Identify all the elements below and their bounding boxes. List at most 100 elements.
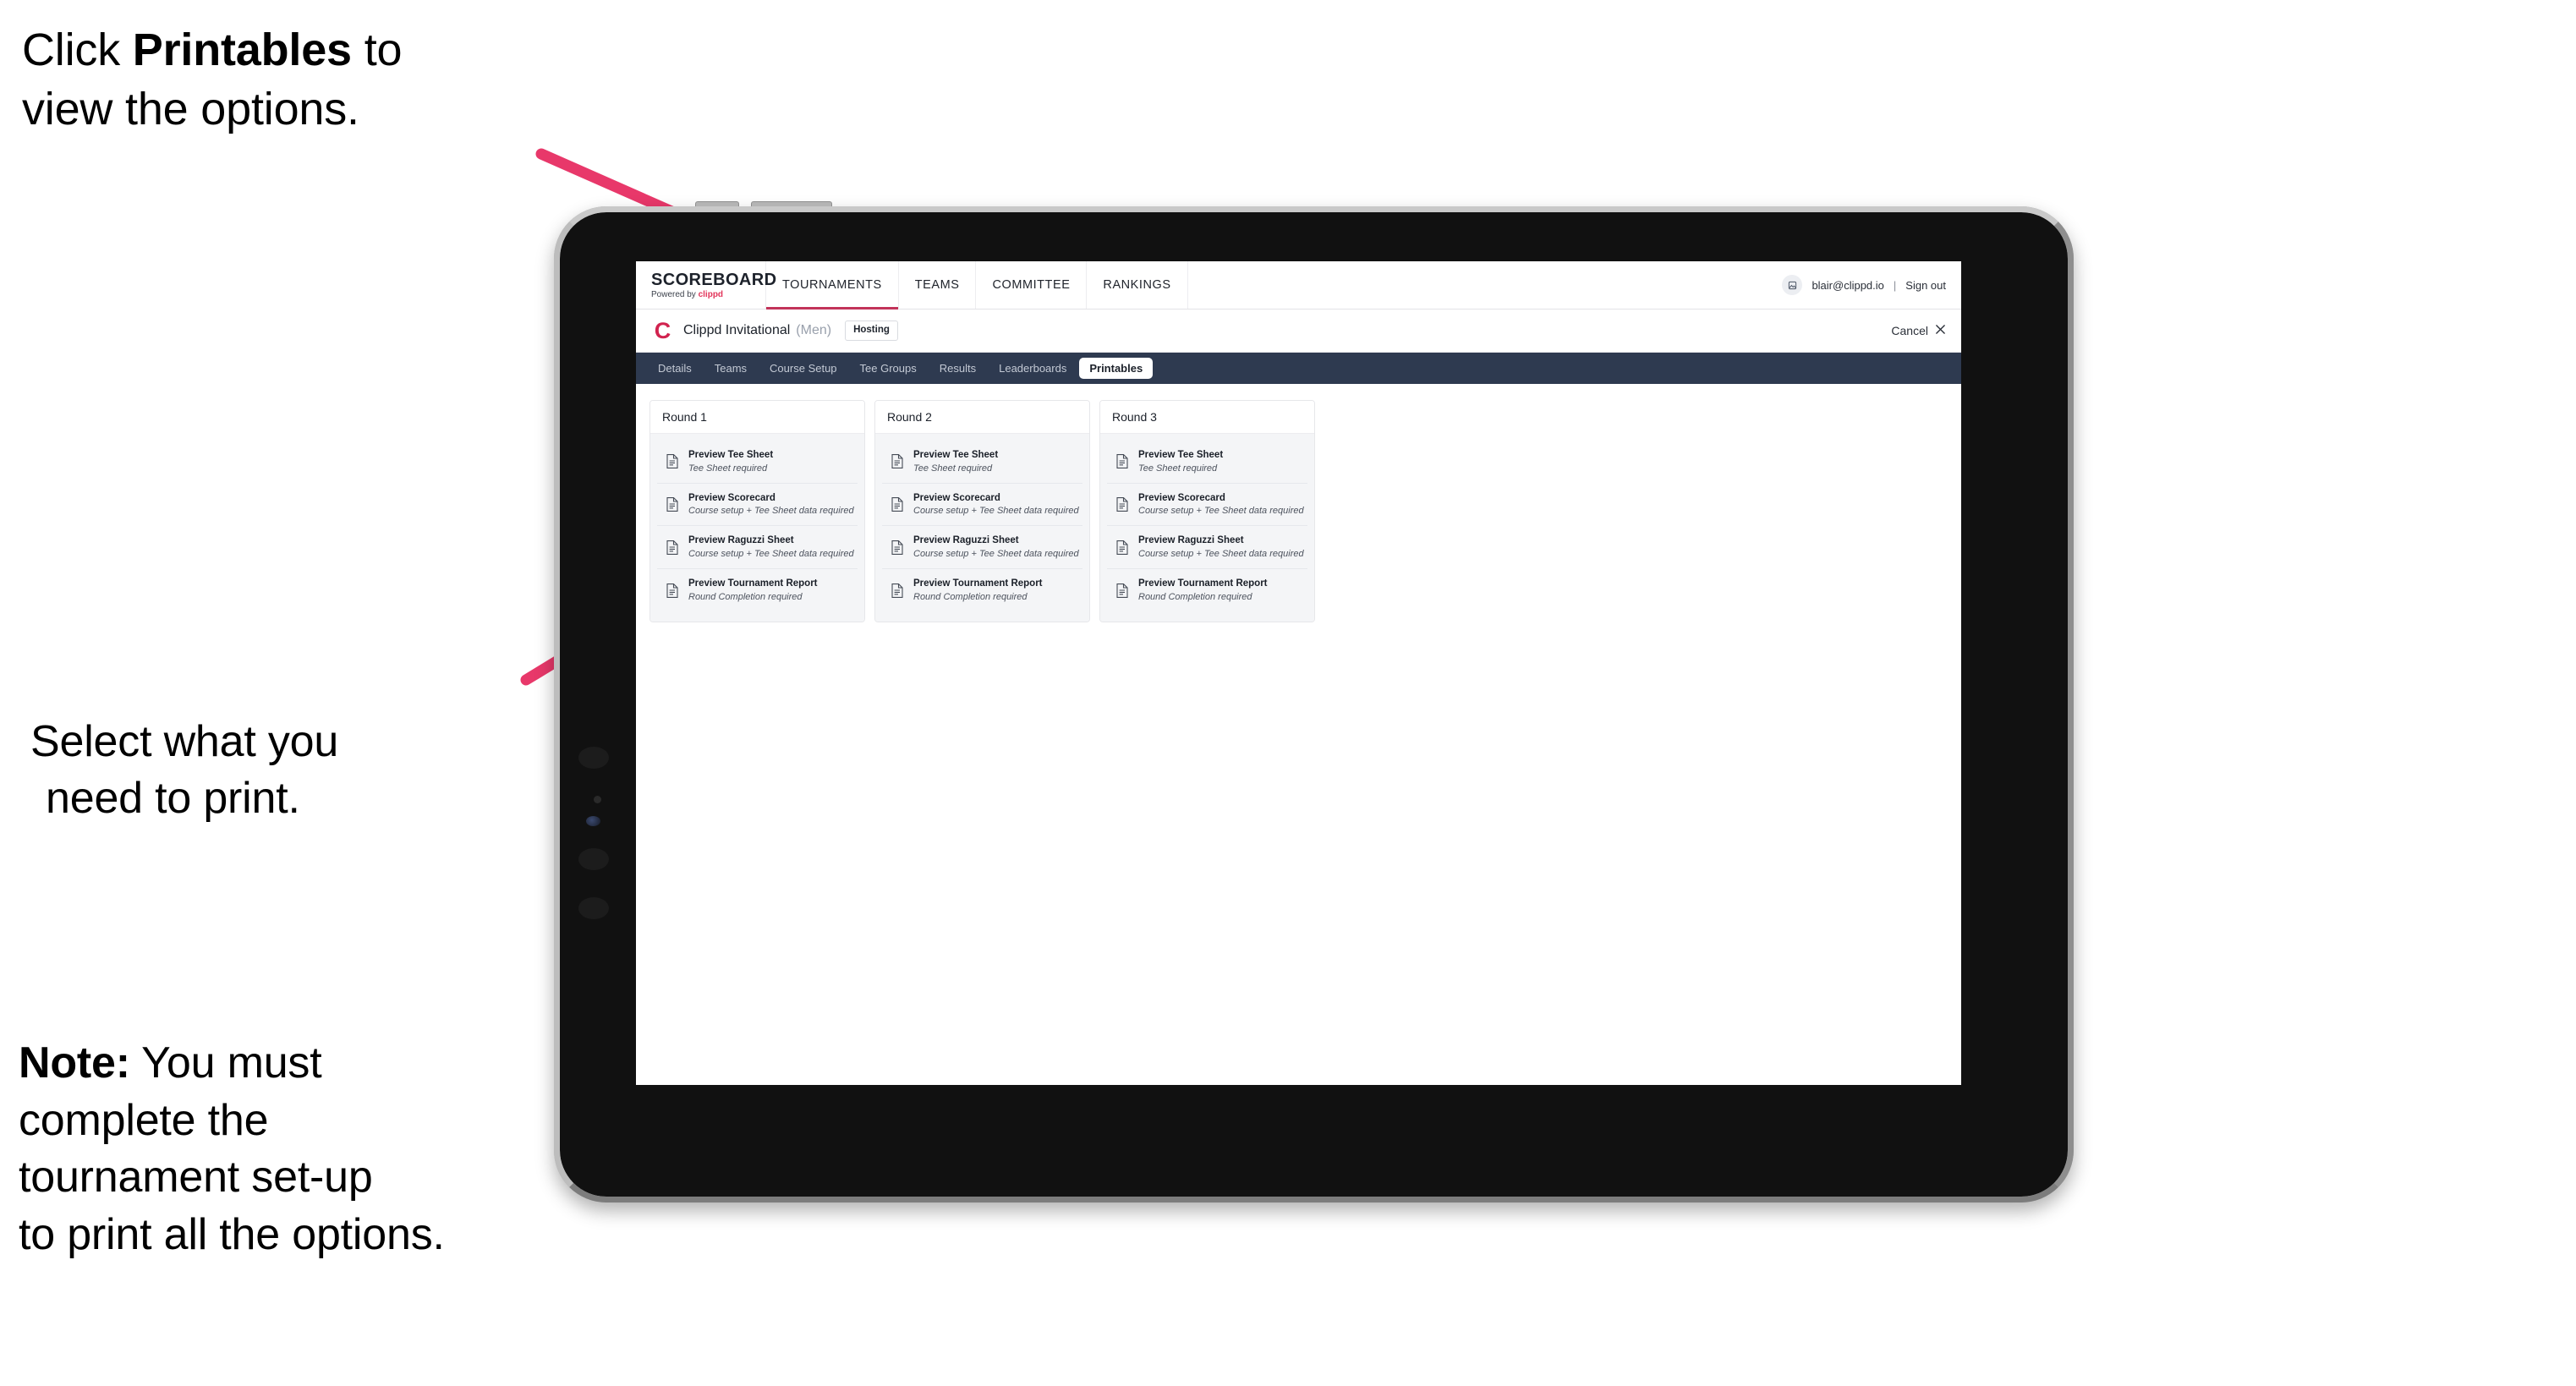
round-card: Round 2 Preview Tee Sheet Tee Sheet requ… bbox=[874, 400, 1090, 622]
printable-item-tournament-report[interactable]: Preview Tournament Report Round Completi… bbox=[882, 569, 1082, 611]
printable-requirement: Round Completion required bbox=[913, 591, 1028, 602]
tab-label: Course Setup bbox=[770, 362, 837, 375]
tab-details[interactable]: Details bbox=[648, 358, 702, 379]
printable-title: Preview Raguzzi Sheet bbox=[913, 535, 1019, 546]
round-title: Round 2 bbox=[875, 401, 1089, 434]
clippd-wordmark: clippd bbox=[698, 289, 724, 299]
tournament-gender: (Men) bbox=[796, 323, 832, 337]
scoreboard-logo[interactable]: SCOREBOARD Powered by clippd bbox=[636, 261, 776, 309]
tournament-tab-strip: Details Teams Course Setup Tee Groups Re… bbox=[636, 353, 1961, 384]
printable-item-raguzzi-sheet[interactable]: Preview Raguzzi Sheet Course setup + Tee… bbox=[882, 526, 1082, 570]
round-card: Round 3 Preview Tee Sheet Tee Sheet requ… bbox=[1099, 400, 1315, 622]
round-item-list: Preview Tee Sheet Tee Sheet required Pre… bbox=[1100, 434, 1314, 622]
printable-title: Preview Tournament Report bbox=[1138, 578, 1268, 589]
front-camera-icon bbox=[594, 796, 601, 803]
printable-title: Preview Scorecard bbox=[1138, 492, 1225, 503]
annotation-click-prefix: Click bbox=[22, 25, 133, 75]
round-title: Round 3 bbox=[1100, 401, 1314, 434]
printable-requirement: Tee Sheet required bbox=[1138, 463, 1218, 474]
speaker-hole-icon bbox=[578, 897, 609, 919]
tab-leaderboards[interactable]: Leaderboards bbox=[989, 358, 1077, 379]
round-item-list: Preview Tee Sheet Tee Sheet required Pre… bbox=[650, 434, 864, 622]
printable-title: Preview Tournament Report bbox=[913, 578, 1043, 589]
printable-requirement: Tee Sheet required bbox=[913, 463, 993, 474]
app-top-navigation: SCOREBOARD Powered by clippd TOURNAMENTS… bbox=[636, 261, 1961, 310]
annotation-select-print: Select what you need to print. bbox=[30, 656, 538, 885]
printable-requirement: Round Completion required bbox=[1138, 591, 1252, 602]
speaker-hole-icon bbox=[578, 848, 609, 870]
printable-item-raguzzi-sheet[interactable]: Preview Raguzzi Sheet Course setup + Tee… bbox=[657, 526, 858, 570]
printable-requirement: Course setup + Tee Sheet data required bbox=[913, 506, 1079, 517]
annotation-select-line1: Select what you bbox=[30, 716, 339, 766]
tournament-subheader: C Clippd Invitational (Men) Hosting Canc… bbox=[636, 310, 1961, 353]
document-icon bbox=[666, 496, 679, 512]
round-title: Round 1 bbox=[650, 401, 864, 434]
nav-item-label: TEAMS bbox=[914, 278, 960, 292]
printable-item-tournament-report[interactable]: Preview Tournament Report Round Completi… bbox=[657, 569, 858, 611]
printable-item-tee-sheet[interactable]: Preview Tee Sheet Tee Sheet required bbox=[882, 441, 1082, 484]
cancel-button[interactable]: Cancel bbox=[1891, 324, 1946, 338]
printable-item-scorecard[interactable]: Preview Scorecard Course setup + Tee She… bbox=[657, 484, 858, 527]
annotation-select-line2: need to print. bbox=[46, 774, 300, 824]
document-icon bbox=[1115, 540, 1129, 556]
nav-item-teams[interactable]: TEAMS bbox=[899, 261, 977, 309]
printable-title: Preview Tournament Report bbox=[688, 578, 818, 589]
nav-item-committee[interactable]: COMMITTEE bbox=[976, 261, 1088, 309]
tab-label: Teams bbox=[714, 362, 748, 375]
printable-item-tee-sheet[interactable]: Preview Tee Sheet Tee Sheet required bbox=[657, 441, 858, 484]
printable-item-scorecard[interactable]: Preview Scorecard Course setup + Tee She… bbox=[882, 484, 1082, 527]
annotation-click-printables: Click Printables to view the options. bbox=[22, 20, 563, 139]
printable-requirement: Round Completion required bbox=[688, 591, 803, 602]
user-email-label: blair@clippd.io bbox=[1811, 278, 1884, 292]
printable-requirement: Course setup + Tee Sheet data required bbox=[1138, 506, 1304, 517]
brand-subtitle: Powered by clippd bbox=[651, 289, 765, 299]
printable-title: Preview Raguzzi Sheet bbox=[688, 535, 794, 546]
tab-tee-groups[interactable]: Tee Groups bbox=[850, 358, 927, 379]
document-icon bbox=[666, 453, 679, 469]
printable-title: Preview Scorecard bbox=[688, 492, 776, 503]
slide-canvas: Click Printables to view the options. Se… bbox=[0, 0, 2576, 1386]
tab-label: Tee Groups bbox=[859, 362, 917, 375]
document-icon bbox=[666, 583, 679, 599]
document-icon bbox=[891, 453, 904, 469]
tab-label: Printables bbox=[1089, 362, 1143, 375]
printable-item-tee-sheet[interactable]: Preview Tee Sheet Tee Sheet required bbox=[1107, 441, 1307, 484]
printables-panel: Round 1 Preview Tee Sheet Tee Sheet requ… bbox=[636, 384, 1961, 622]
printable-item-tournament-report[interactable]: Preview Tournament Report Round Completi… bbox=[1107, 569, 1307, 611]
nav-item-label: RANKINGS bbox=[1103, 278, 1171, 292]
printable-title: Preview Scorecard bbox=[913, 492, 1000, 503]
printable-item-raguzzi-sheet[interactable]: Preview Raguzzi Sheet Course setup + Tee… bbox=[1107, 526, 1307, 570]
browser-viewport: SCOREBOARD Powered by clippd TOURNAMENTS… bbox=[636, 261, 1961, 1085]
printable-title: Preview Tee Sheet bbox=[1138, 450, 1224, 460]
hosting-status-badge: Hosting bbox=[845, 320, 898, 341]
tab-label: Results bbox=[939, 362, 977, 375]
nav-item-tournaments[interactable]: TOURNAMENTS bbox=[766, 261, 899, 310]
printable-requirement: Course setup + Tee Sheet data required bbox=[688, 549, 854, 560]
tab-teams[interactable]: Teams bbox=[704, 358, 757, 379]
speaker-hole-icon bbox=[578, 747, 609, 769]
printable-requirement: Course setup + Tee Sheet data required bbox=[1138, 549, 1304, 560]
ambient-sensor-icon bbox=[586, 816, 600, 826]
nav-item-label: COMMITTEE bbox=[992, 278, 1071, 292]
clippd-c-logo-icon: C bbox=[654, 317, 671, 343]
close-icon bbox=[1935, 324, 1946, 338]
volume-up-button[interactable] bbox=[695, 201, 739, 211]
printable-item-scorecard[interactable]: Preview Scorecard Course setup + Tee She… bbox=[1107, 484, 1307, 527]
tab-course-setup[interactable]: Course Setup bbox=[759, 358, 847, 379]
document-icon bbox=[891, 496, 904, 512]
round-card: Round 1 Preview Tee Sheet Tee Sheet requ… bbox=[649, 400, 865, 622]
sign-out-link[interactable]: Sign out bbox=[1905, 279, 1946, 292]
user-avatar-icon[interactable] bbox=[1782, 275, 1803, 295]
tab-printables[interactable]: Printables bbox=[1079, 358, 1154, 379]
tablet-device: SCOREBOARD Powered by clippd TOURNAMENTS… bbox=[554, 201, 2074, 1202]
tab-label: Details bbox=[658, 362, 692, 375]
nav-item-rankings[interactable]: RANKINGS bbox=[1087, 261, 1188, 309]
printable-requirement: Course setup + Tee Sheet data required bbox=[688, 506, 854, 517]
volume-down-button[interactable] bbox=[751, 201, 832, 211]
round-item-list: Preview Tee Sheet Tee Sheet required Pre… bbox=[875, 434, 1089, 622]
printable-title: Preview Raguzzi Sheet bbox=[1138, 535, 1244, 546]
printable-requirement: Course setup + Tee Sheet data required bbox=[913, 549, 1079, 560]
powered-by-text: Powered by bbox=[651, 289, 699, 299]
annotation-note-label: Note: bbox=[19, 1038, 130, 1087]
tab-results[interactable]: Results bbox=[929, 358, 986, 379]
